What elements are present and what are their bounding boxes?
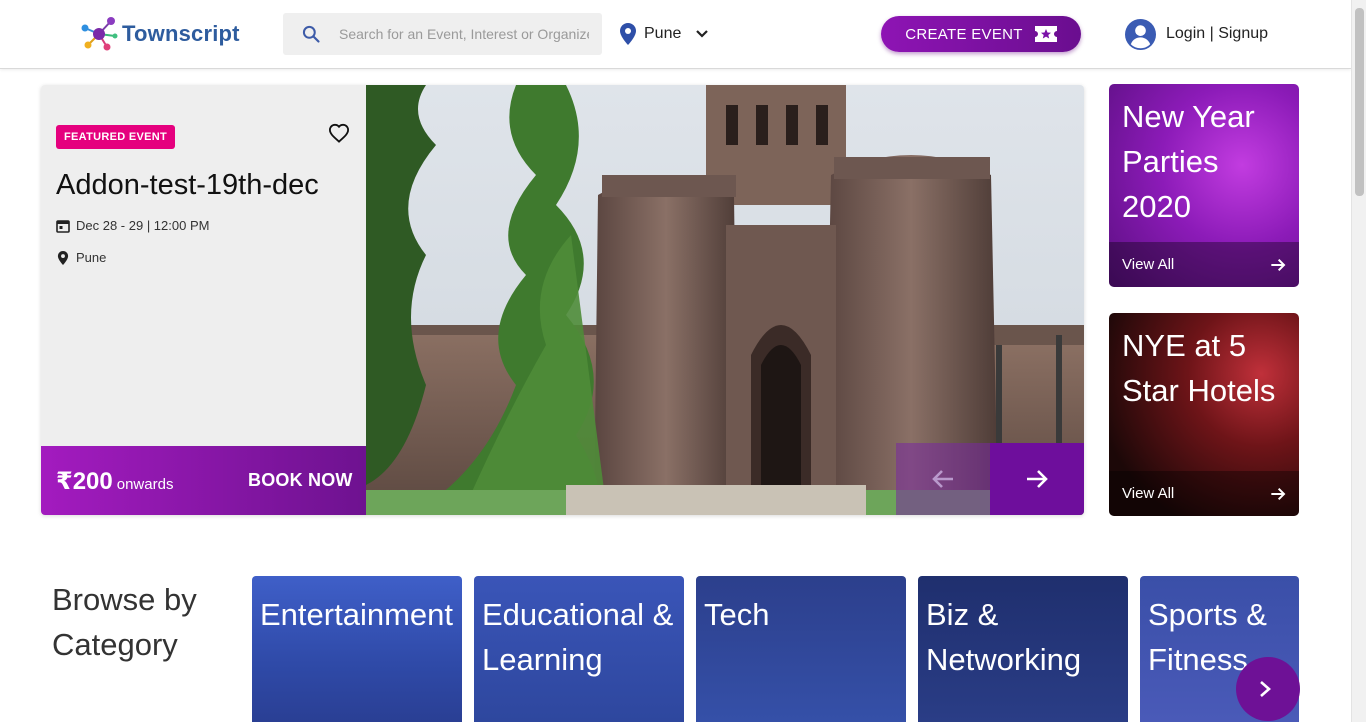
user-avatar-icon (1125, 18, 1156, 50)
page-scrollbar[interactable] (1351, 0, 1366, 722)
view-all-label: View All (1122, 256, 1175, 273)
login-signup-link[interactable]: Login | Signup (1125, 18, 1268, 50)
search-input[interactable] (339, 26, 589, 42)
create-event-label: CREATE EVENT (905, 25, 1023, 43)
price-value: ₹200 (56, 468, 113, 495)
promo-view-all[interactable]: View All (1109, 471, 1299, 516)
heart-icon[interactable] (328, 123, 350, 143)
townscript-logo[interactable]: Townscript (80, 16, 240, 52)
category-next-button[interactable] (1236, 657, 1300, 721)
featured-event-card: FEATURED EVENT Addon-test-19th-dec Dec 2… (41, 85, 1084, 515)
promo-title: New Year Parties 2020 (1122, 99, 1255, 224)
browse-by-category-heading: Browse by Category (52, 582, 197, 662)
carousel-next-button[interactable] (990, 443, 1084, 515)
login-signup-label: Login | Signup (1166, 25, 1269, 42)
category-biz-networking[interactable]: Biz & Networking (918, 576, 1128, 722)
featured-event-date-row: Dec 28 - 29 | 12:00 PM (56, 218, 209, 233)
create-event-button[interactable]: CREATE EVENT (881, 16, 1081, 52)
carousel-prev-button[interactable] (896, 443, 990, 515)
price-block: ₹200 onwards (56, 467, 173, 496)
category-label: Biz & Networking (926, 597, 1082, 677)
search-icon[interactable] (283, 13, 339, 55)
ticket-star-icon (1034, 26, 1057, 42)
promo-nye-5-star-hotels[interactable]: NYE at 5 Star Hotels View All (1109, 313, 1299, 516)
featured-event-price-bar: ₹200 onwards BOOK NOW (41, 446, 366, 515)
scroll-thumb[interactable] (1355, 8, 1364, 196)
search-bar[interactable] (283, 13, 602, 55)
promo-new-year-parties[interactable]: New Year Parties 2020 View All (1109, 84, 1299, 287)
category-tech[interactable]: Tech (696, 576, 906, 722)
featured-event-info[interactable]: FEATURED EVENT Addon-test-19th-dec Dec 2… (41, 85, 366, 515)
promo-title: NYE at 5 Star Hotels (1122, 328, 1276, 408)
top-header: Townscript Pune CREATE EVENT Login | Sig… (0, 0, 1351, 69)
logo-text: Townscript (122, 21, 240, 46)
featured-event-location-row: Pune (56, 250, 106, 265)
calendar-icon (56, 219, 70, 233)
city-selector[interactable]: Pune (620, 20, 709, 48)
view-all-label: View All (1122, 485, 1175, 502)
featured-event-date: Dec 28 - 29 | 12:00 PM (76, 218, 210, 233)
chevron-down-icon[interactable] (695, 29, 709, 39)
location-pin-icon (620, 23, 636, 45)
chevron-right-icon (1260, 681, 1271, 697)
arrow-right-icon (1027, 470, 1048, 488)
city-label: Pune (644, 25, 682, 42)
category-label: Entertainment (260, 597, 453, 632)
price-suffix: onwards (116, 476, 174, 493)
category-label: Educational & Learning (482, 597, 674, 677)
location-pin-icon (57, 250, 69, 265)
promo-view-all[interactable]: View All (1109, 242, 1299, 287)
category-entertainment[interactable]: Entertainment (252, 576, 462, 722)
arrow-right-icon (1271, 487, 1286, 500)
arrow-right-icon (1271, 258, 1286, 271)
featured-event-location: Pune (76, 250, 107, 265)
arrow-left-icon (932, 470, 953, 488)
featured-event-title[interactable]: Addon-test-19th-dec (56, 169, 319, 202)
logo-mark-icon (80, 16, 118, 52)
book-now-button[interactable]: BOOK NOW (248, 470, 353, 491)
category-label: Tech (704, 597, 770, 632)
category-educational-learning[interactable]: Educational & Learning (474, 576, 684, 722)
featured-badge: FEATURED EVENT (56, 125, 176, 149)
